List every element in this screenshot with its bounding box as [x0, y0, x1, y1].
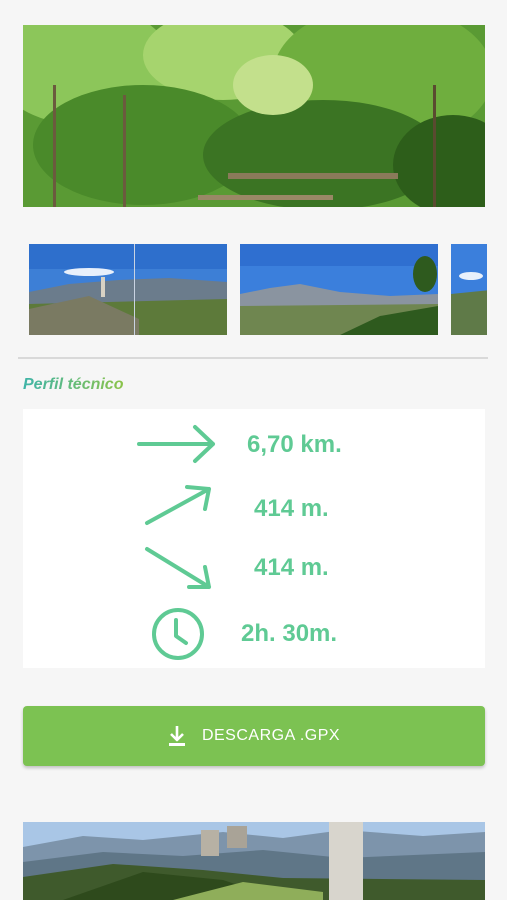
gallery-thumbnail[interactable]: [29, 244, 227, 335]
clock-icon: [151, 607, 205, 666]
section-divider: [18, 357, 488, 359]
arrow-down-right-icon: [141, 543, 217, 598]
gallery-thumbnail[interactable]: [240, 244, 438, 335]
stat-duration: 2h. 30m.: [23, 607, 485, 660]
hero-photo[interactable]: [23, 25, 485, 207]
arrow-right-icon: [135, 421, 219, 472]
distance-value: 6,70 km.: [247, 431, 342, 458]
stat-ascent: 414 m.: [23, 483, 485, 533]
descent-value: 414 m.: [254, 554, 329, 581]
technical-profile-card: 6,70 km. 414 m. 414 m. 2h. 30m.: [23, 409, 485, 668]
photo-gallery[interactable]: [29, 244, 487, 336]
route-photo[interactable]: [23, 822, 485, 900]
section-title: Perfil técnico: [23, 376, 124, 393]
stat-distance: 6,70 km.: [23, 421, 485, 471]
stat-descent: 414 m.: [23, 543, 485, 593]
download-gpx-button[interactable]: DESCARGA .GPX: [23, 706, 485, 766]
ascent-value: 414 m.: [254, 495, 329, 522]
duration-value: 2h. 30m.: [241, 620, 338, 647]
download-icon: [168, 725, 186, 747]
gallery-thumbnail[interactable]: [451, 244, 487, 335]
arrow-up-right-icon: [141, 483, 217, 534]
download-label: DESCARGA .GPX: [201, 727, 341, 744]
